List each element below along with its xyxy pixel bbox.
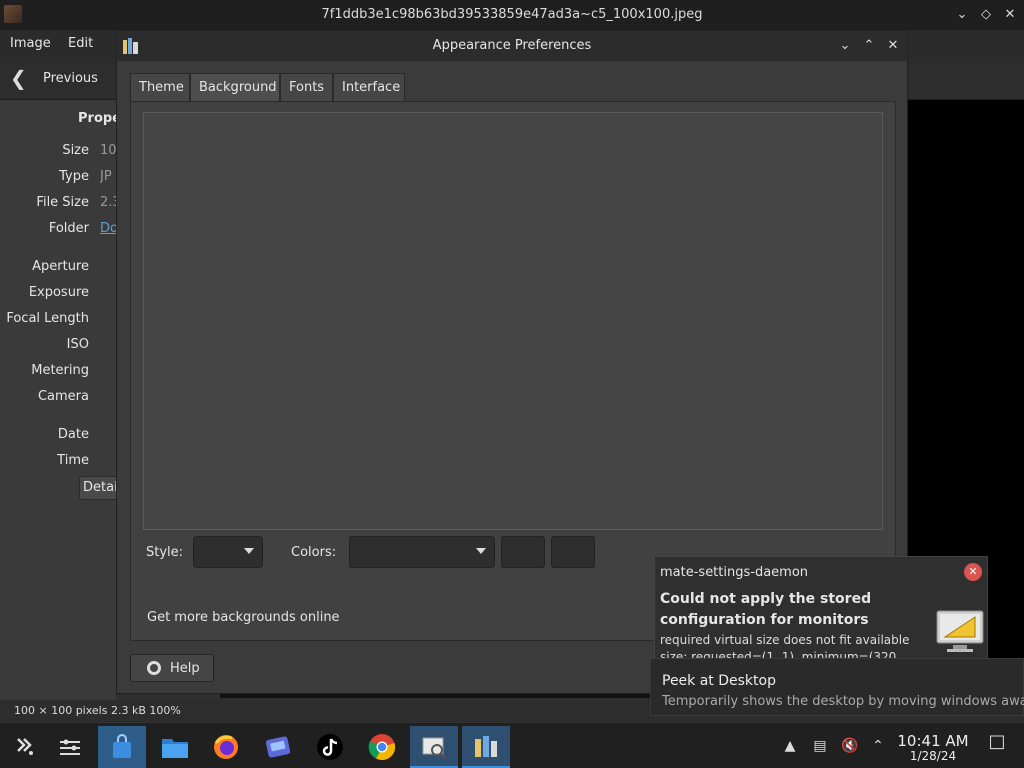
chrome-icon[interactable] bbox=[358, 726, 406, 768]
menu-edit[interactable]: Edit bbox=[68, 36, 93, 51]
tab-theme[interactable]: Theme bbox=[130, 73, 190, 101]
viewer-titlebar[interactable]: 7f1ddb3e1c98b63bd39533859e47ad3a~c5_100x… bbox=[0, 0, 1024, 30]
prop-label-date: Date bbox=[57, 427, 89, 442]
help-button[interactable]: Help bbox=[130, 654, 214, 682]
notification-close-icon[interactable]: ✕ bbox=[964, 563, 982, 581]
viewer-title: 7f1ddb3e1c98b63bd39533859e47ad3a~c5_100x… bbox=[321, 7, 703, 22]
store-icon[interactable] bbox=[98, 726, 146, 768]
dialog-minimize-icon[interactable]: ⌄ bbox=[835, 36, 855, 56]
previous-button[interactable]: Previous bbox=[43, 71, 98, 86]
help-label: Help bbox=[170, 661, 200, 676]
prop-label-time: Time bbox=[57, 453, 89, 468]
files-icon[interactable] bbox=[150, 726, 198, 768]
firefox-icon[interactable] bbox=[202, 726, 250, 768]
notification-app-name: mate-settings-daemon bbox=[660, 565, 809, 580]
prop-label-type: Type bbox=[59, 169, 89, 184]
peek-title: Peek at Desktop bbox=[662, 673, 776, 689]
volume-muted-icon[interactable]: 🔇 bbox=[841, 737, 859, 755]
prop-label-size: Size bbox=[62, 143, 89, 158]
appearance-prefs-icon[interactable] bbox=[462, 726, 510, 768]
dialog-titlebar[interactable]: Appearance Preferences ⌄ ⌃ ✕ bbox=[117, 31, 907, 61]
prop-label-iso: ISO bbox=[66, 337, 89, 352]
tray-date[interactable]: 1/28/24 bbox=[897, 749, 969, 763]
status-text: 100 × 100 pixels 2.3 kB 100% bbox=[14, 704, 181, 717]
tab-interface[interactable]: Interface bbox=[333, 73, 405, 101]
tiktok-icon[interactable] bbox=[306, 726, 354, 768]
show-desktop-icon[interactable]: □ bbox=[988, 733, 1006, 751]
prop-value-file-size: 2.3 bbox=[100, 195, 116, 210]
prop-label-folder: Folder bbox=[48, 221, 89, 236]
dialog-close-icon[interactable]: ✕ bbox=[883, 36, 903, 56]
more-backgrounds-link[interactable]: Get more backgrounds online bbox=[147, 610, 340, 625]
primary-color-button[interactable] bbox=[501, 536, 545, 568]
chevron-up-icon[interactable]: ⌃ bbox=[869, 737, 887, 755]
prop-label-metering: Metering bbox=[31, 363, 89, 378]
clipboard-icon[interactable]: ▤ bbox=[811, 737, 829, 755]
close-icon[interactable]: ✕ bbox=[1000, 5, 1020, 25]
prop-value-type: JP bbox=[100, 169, 112, 184]
style-label: Style: bbox=[146, 545, 184, 560]
background-list[interactable] bbox=[143, 112, 883, 530]
details-button[interactable]: Detail bbox=[79, 476, 119, 500]
prop-value-folder-link[interactable]: Do bbox=[100, 221, 116, 236]
chevron-down-icon bbox=[244, 548, 254, 554]
peek-desktop-tooltip: Peek at Desktop Temporarily shows the de… bbox=[650, 658, 1024, 716]
prop-label-exposure: Exposure bbox=[28, 285, 89, 300]
generic-app-icon[interactable] bbox=[254, 726, 302, 768]
peek-description: Temporarily shows the desktop by moving … bbox=[662, 694, 1024, 709]
prop-label-camera: Camera bbox=[37, 389, 89, 404]
update-icon[interactable]: ▲ bbox=[781, 737, 799, 755]
task-manager-icon[interactable] bbox=[46, 726, 94, 768]
image-viewer-icon[interactable] bbox=[410, 726, 458, 768]
menu-image[interactable]: Image bbox=[10, 36, 51, 51]
prop-label-focal-length: Focal Length bbox=[6, 311, 89, 326]
arrow-left-icon[interactable]: ❮ bbox=[10, 67, 34, 89]
secondary-color-button[interactable] bbox=[551, 536, 595, 568]
style-dropdown[interactable] bbox=[193, 536, 263, 568]
tray-clock[interactable]: 10:41 AM bbox=[897, 732, 969, 750]
colors-dropdown[interactable] bbox=[349, 536, 495, 568]
prop-value-size: 10 bbox=[100, 143, 116, 158]
tab-fonts[interactable]: Fonts bbox=[280, 73, 333, 101]
tab-background[interactable]: Background bbox=[190, 73, 280, 101]
dialog-maximize-icon[interactable]: ⌃ bbox=[859, 36, 879, 56]
prop-label-aperture: Aperture bbox=[32, 259, 89, 274]
minimize-icon[interactable]: ⌄ bbox=[952, 5, 972, 25]
properties-header: Prope bbox=[78, 111, 121, 126]
notification-popup[interactable]: mate-settings-daemon ✕ Could not apply t… bbox=[654, 556, 988, 666]
prop-label-file-size: File Size bbox=[36, 195, 89, 210]
start-menu-icon[interactable] bbox=[0, 726, 48, 768]
maximize-icon[interactable]: ◇ bbox=[976, 5, 996, 25]
dialog-title: Appearance Preferences bbox=[432, 38, 592, 53]
display-settings-icon bbox=[936, 610, 984, 652]
chevron-down-icon bbox=[476, 548, 486, 554]
properties-panel: Prope Size 10 Type JP File Size 2.3 Fold… bbox=[0, 100, 121, 700]
colors-label: Colors: bbox=[291, 545, 337, 560]
notification-title: Could not apply the stored configuration… bbox=[660, 591, 872, 628]
taskbar: ▲ ▤ 🔇 ⌃ 10:41 AM 1/28/24 □ bbox=[0, 722, 1024, 768]
help-lifebuoy-icon bbox=[147, 661, 161, 675]
